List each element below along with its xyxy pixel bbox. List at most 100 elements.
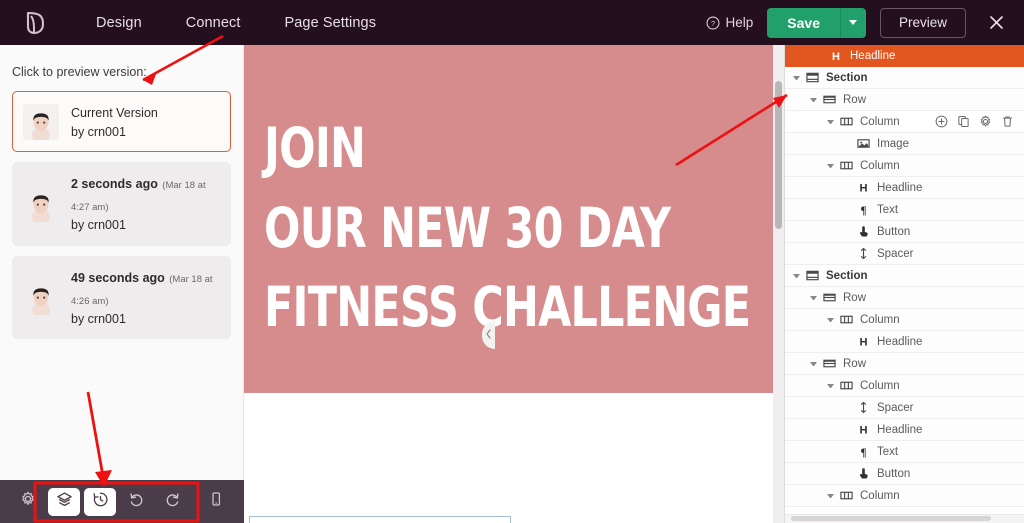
settings-gear-button[interactable] [12, 488, 44, 516]
svg-text:H: H [832, 51, 840, 62]
layers-hscrollbar-thumb[interactable] [791, 516, 991, 521]
duplicate-icon[interactable] [957, 115, 970, 128]
bottom-toolbar [0, 480, 244, 523]
layer-row-column-11[interactable]: Column [785, 309, 1024, 331]
row-icon [822, 357, 836, 371]
version-meta: Current Version by crn001 [71, 102, 158, 141]
disclosure-triangle-icon[interactable] [810, 361, 817, 366]
layers-panel: H Headline Section Row Column Image Column H H… [784, 45, 1024, 523]
mobile-icon [208, 491, 224, 512]
question-circle-icon: ? [706, 16, 720, 30]
disclosure-triangle-icon[interactable] [827, 163, 834, 168]
revision-history-button[interactable] [84, 487, 116, 516]
column-icon [839, 313, 853, 327]
layer-row-column-2[interactable]: Column [785, 111, 1024, 133]
redo-button[interactable] [156, 488, 188, 516]
disclosure-triangle-icon[interactable] [827, 493, 834, 498]
layer-label: Column [860, 115, 900, 128]
disclosure-triangle-icon[interactable] [827, 383, 834, 388]
disclosure-triangle-icon[interactable] [810, 295, 817, 300]
layer-row-row-13[interactable]: Row [785, 353, 1024, 375]
undo-button[interactable] [120, 488, 152, 516]
preview-button[interactable]: Preview [879, 7, 966, 38]
layer-row-spacer-8[interactable]: Spacer [785, 243, 1024, 265]
avatar [23, 279, 59, 316]
row-icon [822, 93, 836, 107]
avatar [23, 103, 59, 140]
layer-row-column-14[interactable]: Column [785, 375, 1024, 397]
page-canvas[interactable]: JOIN OUR NEW 30 DAY FITNESS CHALLENGE [244, 45, 784, 523]
layer-row-text-17[interactable]: ¶ Text [785, 441, 1024, 463]
disclosure-triangle-icon[interactable] [793, 273, 800, 278]
nav-design[interactable]: Design [74, 15, 164, 31]
layer-row-section-0[interactable]: Section [785, 67, 1024, 89]
row-icon [822, 291, 836, 305]
disclosure-triangle-icon[interactable] [827, 317, 834, 322]
layer-row-column-4[interactable]: Column [785, 155, 1024, 177]
hero-headline-line-3: FITNESS CHALLENGE [264, 275, 751, 340]
nav-connect[interactable]: Connect [164, 15, 263, 31]
gear-icon [20, 491, 36, 512]
layers-button[interactable] [48, 487, 80, 516]
layer-row-selected-headline[interactable]: H Headline [785, 45, 1024, 67]
layer-row-headline-16[interactable]: H Headline [785, 419, 1024, 441]
delete-icon[interactable] [1001, 115, 1014, 128]
version-author: by crn001 [71, 311, 126, 326]
layer-label: Column [860, 379, 900, 392]
layer-label: Section [826, 71, 868, 84]
version-label: Current Version [71, 106, 158, 120]
column-icon [839, 159, 853, 173]
layers-hscrollbar-track[interactable] [785, 514, 1024, 523]
redo-icon [164, 491, 181, 513]
save-dropdown-toggle[interactable] [839, 7, 866, 38]
version-item-1[interactable]: 2 seconds ago (Mar 18 at 4:27 am) by crn… [12, 162, 231, 246]
add-module-icon[interactable] [935, 115, 948, 128]
version-item-2[interactable]: 49 seconds ago (Mar 18 at 4:26 am) by cr… [12, 255, 231, 340]
layer-row-text-6[interactable]: ¶ Text [785, 199, 1024, 221]
layer-row-row-1[interactable]: Row [785, 89, 1024, 111]
close-icon[interactable] [982, 9, 1010, 37]
layer-row-image-3[interactable]: Image [785, 133, 1024, 155]
help-button[interactable]: ? Help [706, 15, 753, 30]
column-icon [839, 379, 853, 393]
version-item-current[interactable]: Current Version by crn001 [12, 91, 231, 153]
leaf-logo-icon[interactable] [20, 8, 50, 38]
layer-row-section-9[interactable]: Section [785, 265, 1024, 287]
layer-tree: Section Row Column Image Column H Headline ¶ Tex… [785, 67, 1024, 507]
hero-headline[interactable]: JOIN OUR NEW 30 DAY FITNESS CHALLENGE [264, 107, 751, 346]
canvas-scrollbar-thumb[interactable] [775, 81, 782, 229]
module-outline-box[interactable] [249, 516, 511, 523]
save-button[interactable]: Save [767, 7, 840, 38]
spacer-icon [856, 401, 870, 415]
responsive-preview-button[interactable] [200, 488, 232, 516]
layer-label: Spacer [877, 247, 914, 260]
version-author: by crn001 [71, 218, 126, 233]
settings-icon[interactable] [979, 115, 992, 128]
version-meta: 2 seconds ago (Mar 18 at 4:27 am) by crn… [71, 173, 220, 234]
disclosure-triangle-icon[interactable] [827, 119, 834, 124]
nav-page-settings[interactable]: Page Settings [262, 15, 398, 31]
headline-h-icon: H [856, 423, 870, 437]
layer-row-spacer-15[interactable]: Spacer [785, 397, 1024, 419]
clock-history-icon [92, 491, 109, 513]
disclosure-triangle-icon[interactable] [810, 97, 817, 102]
layer-row-headline-5[interactable]: H Headline [785, 177, 1024, 199]
column-icon [839, 115, 853, 129]
paragraph-icon: ¶ [856, 445, 870, 459]
svg-text:¶: ¶ [860, 205, 866, 216]
disclosure-triangle-icon[interactable] [793, 75, 800, 80]
layer-row-row-10[interactable]: Row [785, 287, 1024, 309]
layer-row-headline-12[interactable]: H Headline [785, 331, 1024, 353]
layer-row-column-19[interactable]: Column [785, 485, 1024, 507]
version-author: by crn001 [71, 125, 126, 140]
version-list: Current Version by crn001 2 seconds ago … [0, 91, 243, 340]
hero-section[interactable]: JOIN OUR NEW 30 DAY FITNESS CHALLENGE [244, 45, 784, 393]
layer-row-button-18[interactable]: Button [785, 463, 1024, 485]
layer-row-button-7[interactable]: Button [785, 221, 1024, 243]
